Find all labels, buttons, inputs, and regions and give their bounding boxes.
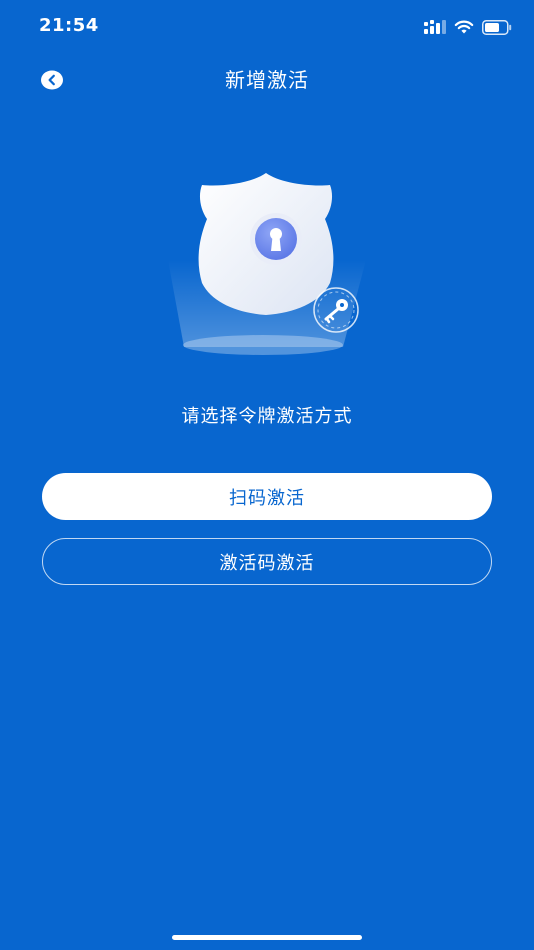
status-bar: 21:54 [0,0,534,50]
signal-icon [424,20,446,34]
status-icons [424,17,512,37]
scan-activate-button[interactable]: 扫码激活 [42,473,492,520]
code-activate-button[interactable]: 激活码激活 [42,538,492,585]
nav-bar: 新增激活 [0,55,534,101]
keyhole-icon [250,213,302,265]
instruction-text: 请选择令牌激活方式 [181,406,353,427]
shield-illustration [168,173,366,355]
home-indicator [172,935,362,940]
code-activate-label: 激活码激活 [219,552,315,574]
hero-illustration [160,165,374,365]
page-title: 新增激活 [225,68,309,92]
status-time: 21:54 [39,15,99,36]
wifi-icon [454,20,474,33]
scan-activate-label: 扫码激活 [229,487,305,509]
battery-icon [482,19,512,35]
